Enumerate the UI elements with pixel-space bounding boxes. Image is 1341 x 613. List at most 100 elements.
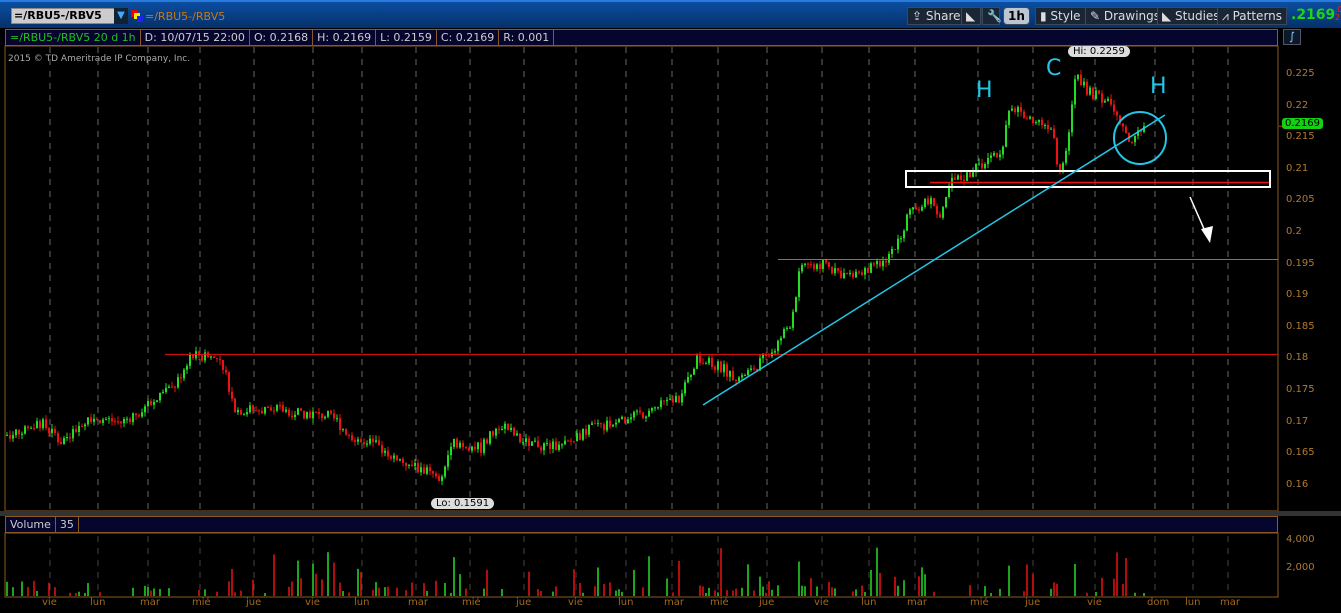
candle	[918, 209, 920, 211]
candle	[891, 248, 893, 254]
candle	[435, 473, 437, 477]
candle	[231, 391, 233, 399]
candle	[282, 405, 284, 412]
x-tick-label: mar	[140, 597, 160, 608]
candle	[543, 443, 545, 451]
candle	[54, 428, 56, 434]
candle	[921, 206, 923, 211]
annotation-head-center: C	[1046, 56, 1062, 81]
candle	[615, 422, 617, 425]
candle	[186, 365, 188, 370]
x-tick-label: lun	[90, 597, 106, 608]
candle	[1080, 74, 1082, 86]
candle	[228, 372, 230, 392]
candle	[237, 409, 239, 413]
x-tick-label: vie	[305, 597, 320, 608]
candle	[1122, 123, 1124, 127]
candle	[1116, 111, 1118, 116]
x-tick-label: lun	[861, 597, 877, 608]
candle	[303, 410, 305, 419]
candle	[144, 406, 146, 413]
candle	[600, 423, 602, 425]
candle	[192, 354, 194, 359]
candle	[1134, 135, 1136, 143]
candle	[810, 263, 812, 265]
candle	[15, 429, 17, 436]
candle	[699, 355, 701, 363]
candle	[912, 207, 914, 210]
candle	[1044, 124, 1046, 126]
candle	[957, 175, 959, 180]
candle	[417, 462, 419, 473]
candle	[447, 455, 449, 467]
candle	[72, 429, 74, 439]
candle	[1020, 106, 1022, 112]
candle	[717, 361, 719, 370]
candle	[363, 442, 365, 445]
candle	[378, 440, 380, 446]
candle	[852, 272, 854, 278]
candle	[87, 417, 89, 425]
candle	[9, 434, 11, 439]
candle	[273, 410, 275, 412]
candle	[555, 441, 557, 450]
candle	[507, 423, 509, 431]
candle	[633, 411, 635, 418]
candle	[243, 414, 245, 416]
volume-header: Volume 35	[5, 516, 1278, 533]
candle	[1041, 119, 1043, 125]
x-tick-label: mar	[408, 597, 428, 608]
candle	[183, 369, 185, 379]
candle	[114, 421, 116, 423]
volume-tick: 2,000	[1286, 562, 1315, 573]
candle	[939, 214, 941, 218]
candle	[876, 261, 878, 265]
candle	[390, 456, 392, 459]
candle	[165, 387, 167, 392]
candle	[669, 398, 671, 400]
candle	[945, 196, 947, 208]
candle	[438, 476, 440, 481]
x-tick-label: jue	[759, 597, 775, 608]
candle	[795, 297, 797, 312]
candle	[261, 410, 263, 414]
candle	[189, 354, 191, 366]
candle	[225, 369, 227, 373]
candle	[990, 155, 992, 159]
high-label: Hi: 0.2259	[1068, 46, 1130, 57]
candle	[423, 467, 425, 474]
candle	[702, 362, 704, 364]
low-label: Lo: 0.1591	[431, 498, 495, 509]
candle	[630, 417, 632, 420]
candle	[357, 439, 359, 442]
candle	[51, 428, 53, 433]
volume-tick: 4,000	[1286, 534, 1315, 545]
candle	[864, 268, 866, 275]
candle	[411, 464, 413, 466]
candle	[972, 172, 974, 177]
candle	[819, 264, 821, 269]
candle	[660, 400, 662, 408]
candle	[1098, 90, 1100, 94]
candle	[180, 377, 182, 379]
candle	[762, 354, 764, 359]
candle	[639, 410, 641, 413]
candle	[57, 433, 59, 442]
candle	[657, 407, 659, 409]
candle	[780, 337, 782, 341]
candle	[831, 266, 833, 274]
candle	[861, 272, 863, 275]
candle	[966, 172, 968, 181]
y-tick-label: 0.17	[1286, 415, 1309, 427]
candle	[747, 370, 749, 376]
candle	[498, 428, 500, 430]
candle	[351, 435, 353, 441]
candle	[843, 273, 845, 279]
candle	[1101, 93, 1103, 103]
candle	[675, 396, 677, 403]
candle	[672, 398, 674, 403]
volume-value: 35	[56, 517, 79, 532]
candle	[1083, 81, 1085, 86]
candle	[783, 329, 785, 338]
candle	[405, 462, 407, 466]
